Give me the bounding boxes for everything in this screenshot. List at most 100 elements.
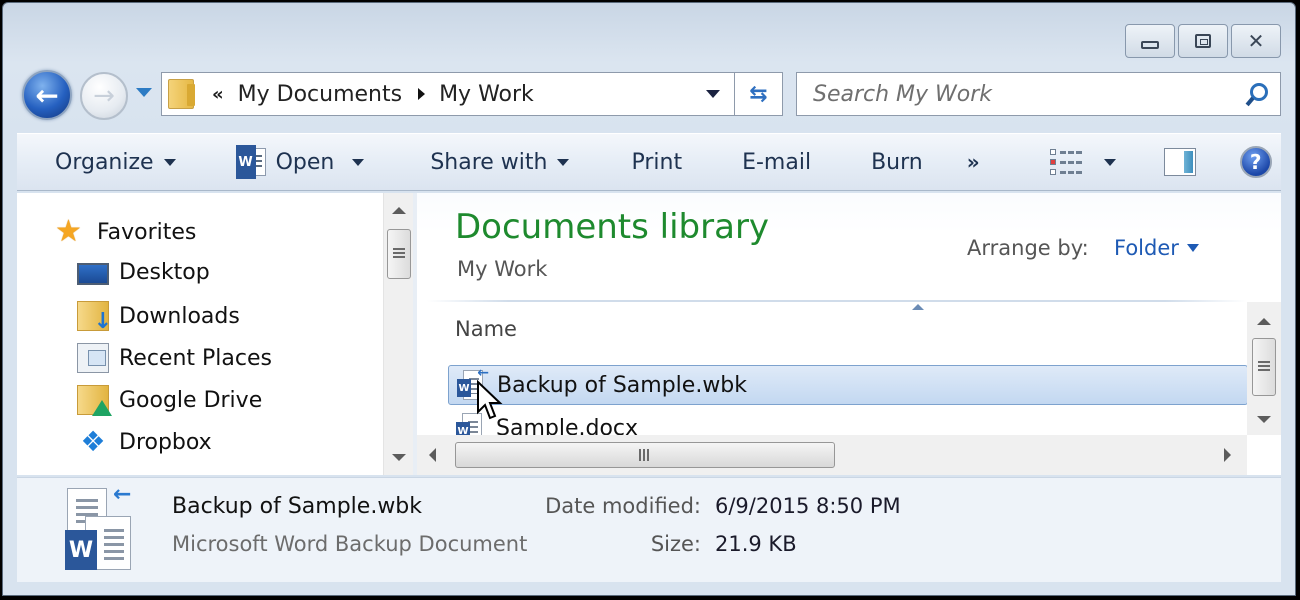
scroll-thumb[interactable] xyxy=(1252,338,1276,396)
address-dropdown-icon[interactable] xyxy=(706,90,720,98)
dropbox-icon: ❖ xyxy=(80,425,106,458)
word-backup-icon: W ← xyxy=(455,365,489,401)
arrange-by-label: Arrange by: xyxy=(967,236,1089,260)
preview-pane-icon[interactable] xyxy=(1163,148,1196,176)
search-icon[interactable] xyxy=(1240,79,1270,109)
forward-button[interactable]: → xyxy=(80,72,128,120)
recent-places-icon xyxy=(77,343,109,373)
scroll-right-icon[interactable] xyxy=(1224,448,1231,462)
sort-ascending-icon xyxy=(912,304,924,310)
share-with-label: Share with xyxy=(430,149,548,175)
scroll-left-icon[interactable] xyxy=(429,448,436,462)
minimize-button[interactable] xyxy=(1125,24,1175,58)
chevron-down-icon xyxy=(557,158,570,166)
details-pane: ← W Backup of Sample.wbk Microsoft Word … xyxy=(17,477,1281,582)
nav-item-favorites[interactable]: ★ Favorites xyxy=(55,217,196,247)
breadcrumb-overflow-button[interactable]: « xyxy=(212,84,224,105)
nav-pane-scrollbar[interactable] xyxy=(383,193,413,475)
email-button[interactable]: E-mail xyxy=(742,134,811,190)
email-label: E-mail xyxy=(742,149,812,175)
navigation-pane: ★ Favorites Desktop Downloads Recent Pla… xyxy=(17,193,413,475)
open-label: Open xyxy=(275,149,335,175)
word-backup-large-icon: ← W xyxy=(57,482,137,574)
file-list: Name W ← Backup of Sample.wbk W Sample.do… xyxy=(417,302,1281,475)
command-bar: Organize W Open Share with Print E-mail … xyxy=(17,133,1281,191)
file-list-vertical-scrollbar[interactable] xyxy=(1247,302,1281,435)
nav-item-dropbox[interactable]: ❖ Dropbox xyxy=(77,425,212,458)
nav-item-downloads[interactable]: Downloads xyxy=(77,301,240,334)
address-bar[interactable]: « My Documents My Work ⇆ xyxy=(161,72,783,116)
share-with-button[interactable]: Share with xyxy=(430,134,570,190)
arrange-by-dropdown[interactable]: Folder xyxy=(1114,236,1199,260)
refresh-button[interactable]: ⇆ xyxy=(734,73,782,115)
maximize-button[interactable] xyxy=(1178,24,1228,58)
content-pane: Documents library My Work Arrange by: Fo… xyxy=(417,193,1281,475)
scroll-down-icon[interactable] xyxy=(392,454,406,461)
search-input[interactable] xyxy=(813,81,1240,107)
library-title: Documents library xyxy=(455,207,770,247)
more-commands-button[interactable]: » xyxy=(967,150,980,174)
navigation-tree: ★ Favorites Desktop Downloads Recent Pla… xyxy=(17,193,383,475)
size-value: 21.9 KB xyxy=(715,532,797,556)
nav-item-label: Recent Places xyxy=(119,345,272,371)
open-button[interactable]: W Open xyxy=(235,134,365,190)
desktop-icon xyxy=(77,263,109,285)
nav-item-label: Dropbox xyxy=(119,429,212,455)
file-name: Backup of Sample.wbk xyxy=(497,372,748,398)
star-icon: ★ xyxy=(55,214,82,249)
date-modified-value[interactable]: 6/9/2015 8:50 PM xyxy=(715,494,901,518)
burn-button[interactable]: Burn xyxy=(871,134,923,190)
print-label: Print xyxy=(631,149,683,175)
file-list-horizontal-scrollbar[interactable] xyxy=(417,435,1247,475)
recent-pages-dropdown[interactable] xyxy=(136,88,152,97)
maximize-icon xyxy=(1195,34,1211,48)
organize-label: Organize xyxy=(55,149,154,175)
minimize-icon xyxy=(1141,41,1159,49)
help-icon[interactable]: ? xyxy=(1239,146,1272,178)
scroll-up-icon[interactable] xyxy=(392,207,406,214)
nav-item-desktop[interactable]: Desktop xyxy=(77,259,210,285)
chevron-down-icon xyxy=(1186,244,1199,252)
details-file-type: Microsoft Word Backup Document xyxy=(172,532,528,556)
folder-icon xyxy=(168,79,195,109)
scroll-thumb[interactable] xyxy=(387,229,411,279)
organize-button[interactable]: Organize xyxy=(55,134,176,190)
downloads-icon xyxy=(77,301,112,334)
breadcrumb-my-documents[interactable]: My Documents xyxy=(238,82,402,107)
nav-item-label: Downloads xyxy=(119,303,240,329)
back-arrow-icon: ← xyxy=(35,78,59,112)
back-button[interactable]: ← xyxy=(22,70,72,120)
nav-item-label: Desktop xyxy=(119,259,210,285)
arrange-by-value: Folder xyxy=(1114,236,1179,260)
refresh-icon: ⇆ xyxy=(749,81,768,107)
nav-item-label: Favorites xyxy=(97,219,197,245)
scrollbar-corner xyxy=(1247,435,1281,475)
views-icon xyxy=(1049,149,1082,175)
chevron-down-icon xyxy=(163,158,176,166)
search-box xyxy=(796,72,1281,116)
nav-item-recent-places[interactable]: Recent Places xyxy=(77,343,272,373)
caption-buttons: ✕ xyxy=(1125,24,1281,58)
breadcrumb-my-work[interactable]: My Work xyxy=(439,82,534,107)
print-button[interactable]: Print xyxy=(631,134,682,190)
scroll-up-icon[interactable] xyxy=(1257,318,1271,325)
breadcrumb-separator-icon[interactable] xyxy=(418,88,426,100)
date-modified-label: Date modified: xyxy=(545,494,701,518)
burn-label: Burn xyxy=(871,149,923,175)
scroll-thumb[interactable] xyxy=(455,442,835,468)
library-subtitle: My Work xyxy=(457,257,548,281)
forward-arrow-icon: → xyxy=(93,81,115,111)
nav-item-google-drive[interactable]: Google Drive xyxy=(77,385,263,416)
nav-item-label: Google Drive xyxy=(119,387,263,413)
close-icon: ✕ xyxy=(1247,29,1265,53)
column-header-name[interactable]: Name xyxy=(455,317,517,341)
change-view-button[interactable] xyxy=(1049,134,1116,190)
chevron-down-icon[interactable] xyxy=(1103,158,1116,166)
details-file-name: Backup of Sample.wbk xyxy=(172,494,423,519)
scroll-down-icon[interactable] xyxy=(1257,416,1271,423)
chevron-down-icon[interactable] xyxy=(352,158,365,166)
file-row[interactable]: W ← Backup of Sample.wbk xyxy=(448,365,1248,405)
close-button[interactable]: ✕ xyxy=(1231,24,1281,58)
google-drive-icon xyxy=(77,385,112,416)
size-label: Size: xyxy=(650,532,701,556)
